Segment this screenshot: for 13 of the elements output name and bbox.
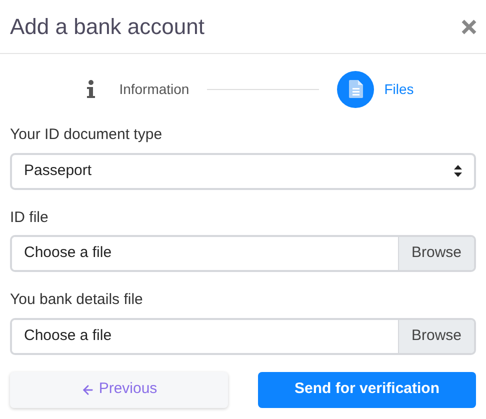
step-tab[interactable]: Files: [384, 78, 414, 100]
field-label: You bank details file: [10, 290, 144, 310]
select-field[interactable]: Passeport: [10, 152, 476, 190]
file-step-icon: [337, 70, 374, 108]
field-label: ID file: [10, 208, 50, 228]
info-icon: [86, 80, 95, 98]
field-label: Your ID document type: [10, 125, 164, 145]
step-tab[interactable]: Information: [119, 78, 190, 100]
previous-button[interactable]: Previous: [10, 372, 228, 408]
send-button[interactable]: Send for verification: [258, 372, 476, 408]
close-icon[interactable]: [460, 18, 478, 36]
sort-arrows-icon: [454, 165, 462, 177]
dialog-title: Add a bank account: [10, 13, 204, 41]
